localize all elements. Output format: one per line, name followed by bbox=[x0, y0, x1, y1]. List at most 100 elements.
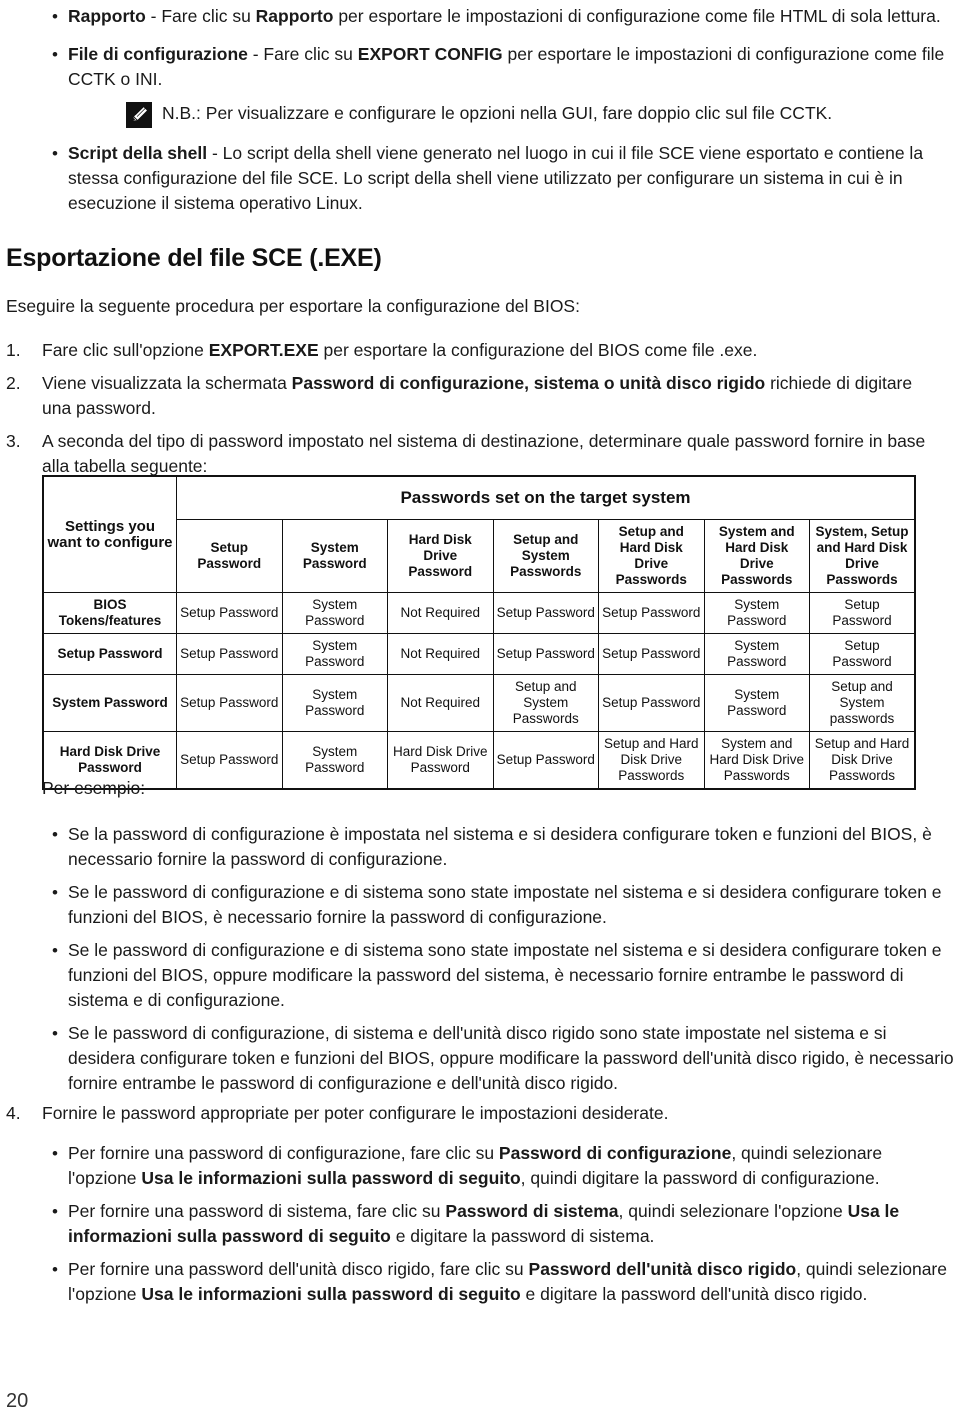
table-cell: Setup Password bbox=[492, 592, 599, 634]
table-cell: System Password bbox=[703, 592, 810, 634]
table-cell: System Password bbox=[703, 633, 810, 675]
row-header-bios-tokens: BIOS Tokens/features bbox=[42, 592, 177, 634]
procedure-steps: 1. Fare clic sull'opzione EXPORT.EXE per… bbox=[6, 338, 946, 479]
bullet-lead-term: File di configurazione bbox=[68, 44, 248, 64]
step-text-pre: Viene visualizzata la schermata bbox=[42, 373, 292, 393]
bullet-rest-1: - Fare clic su bbox=[145, 6, 256, 26]
table: Settings you want to configure Passwords… bbox=[42, 475, 916, 790]
table-cell: System Password bbox=[281, 731, 388, 790]
table-cell: Setup and Hard Disk Drive Passwords bbox=[598, 731, 705, 790]
step-number: 3. bbox=[6, 431, 21, 451]
note-text: N.B.: Per visualizzare e configurare le … bbox=[162, 101, 832, 126]
emphasis-term: Password di configurazione bbox=[498, 1143, 732, 1163]
table-row: Hard Disk Drive Password Setup Password … bbox=[42, 731, 916, 790]
text-part: e digitare la password di sistema. bbox=[390, 1226, 655, 1246]
table-corner-header: Settings you want to configure bbox=[42, 475, 177, 593]
bullet-text: Rapporto - Fare clic su Rapporto per esp… bbox=[68, 4, 947, 29]
bullet-rest-1: - Fare clic su bbox=[247, 44, 358, 64]
table-cell: System Password bbox=[281, 633, 388, 675]
table-row: Setup Password Setup Password System Pas… bbox=[42, 633, 916, 675]
emphasis-term: Usa le informazioni sulla password di se… bbox=[141, 1168, 521, 1188]
table-cell: Setup Password bbox=[492, 633, 599, 675]
table-cell: System and Hard Disk Drive Passwords bbox=[703, 731, 810, 790]
bullet-text: Per fornire una password di configurazio… bbox=[68, 1141, 954, 1191]
column-header-setup-password: Setup Password bbox=[176, 519, 283, 593]
bullet-marker: • bbox=[52, 1260, 58, 1279]
table-cell: Setup Password bbox=[598, 674, 705, 732]
table-cell: Setup Password bbox=[176, 731, 283, 790]
bullet-text: Se la password di configurazione è impos… bbox=[68, 824, 932, 869]
bullet-text: Se le password di configurazione e di si… bbox=[68, 882, 942, 927]
list-item: • Per fornire una password dell'unità di… bbox=[42, 1257, 954, 1307]
step-number: 2. bbox=[6, 373, 21, 393]
note-label: N.B.: bbox=[162, 103, 201, 123]
bullet-text: Se le password di configurazione, di sis… bbox=[68, 1023, 954, 1093]
table-cell: Hard Disk Drive Password bbox=[387, 731, 494, 790]
bullet-marker: • bbox=[52, 883, 58, 902]
bullet-lead-term: Rapporto bbox=[68, 6, 146, 26]
list-item: • Se le password di configurazione, di s… bbox=[42, 1021, 954, 1096]
column-header-setup-and-hdd: Setup and Hard Disk Drive Passwords bbox=[598, 519, 705, 593]
bullet-text: Script della shell - Lo script della she… bbox=[68, 141, 947, 216]
bullet-marker: • bbox=[52, 1024, 58, 1043]
text-part: Per fornire una password dell'unità disc… bbox=[68, 1259, 529, 1279]
column-header-system-setup-and-hdd: System, Setup and Hard Disk Drive Passwo… bbox=[809, 519, 916, 593]
step-text-post: per esportare la configurazione del BIOS… bbox=[318, 340, 758, 360]
bullet-marker: • bbox=[52, 45, 58, 64]
table-row: System Password Setup Password System Pa… bbox=[42, 674, 916, 732]
table-cell: Setup and System Passwords bbox=[492, 674, 599, 732]
list-item: • Per fornire una password di sistema, f… bbox=[42, 1199, 954, 1249]
step-text-bold: Password di configurazione, sistema o un… bbox=[291, 373, 766, 393]
table-header-row-1: Settings you want to configure Passwords… bbox=[42, 475, 916, 593]
table-cell: Setup Password bbox=[598, 633, 705, 675]
step-item: 3. A seconda del tipo di password impost… bbox=[6, 429, 946, 479]
table-cell: Setup and System passwords bbox=[809, 674, 916, 732]
note-body: Per visualizzare e configurare le opzion… bbox=[200, 103, 833, 123]
emphasis-term: Usa le informazioni sulla password di se… bbox=[141, 1284, 521, 1304]
step-text: Viene visualizzata la schermata Password… bbox=[42, 371, 946, 421]
step-text-pre: A seconda del tipo di password impostato… bbox=[42, 431, 926, 476]
list-item: • Per fornire una password di configuraz… bbox=[42, 1141, 954, 1191]
step-text-pre: Fare clic sull'opzione bbox=[42, 340, 209, 360]
list-item: • Se le password di configurazione e di … bbox=[42, 880, 954, 930]
emphasis-term: Password di sistema bbox=[445, 1201, 619, 1221]
table-cell: System Password bbox=[281, 674, 388, 732]
bullet-rest-2: per esportare le impostazioni di configu… bbox=[333, 6, 941, 26]
section-intro: Eseguire la seguente procedura per espor… bbox=[6, 296, 580, 316]
table-cell: Not Required bbox=[387, 633, 494, 675]
bullet-text: File di configurazione - Fare clic su EX… bbox=[68, 42, 947, 92]
bullet-marker: • bbox=[52, 1144, 58, 1163]
step-number: 4. bbox=[6, 1103, 21, 1123]
bullet-marker: • bbox=[52, 941, 58, 960]
table-row: BIOS Tokens/features Setup Password Syst… bbox=[42, 592, 916, 634]
step-text: Fare clic sull'opzione EXPORT.EXE per es… bbox=[42, 338, 946, 363]
bullet-text: Per fornire una password di sistema, far… bbox=[68, 1199, 954, 1249]
step-text: A seconda del tipo di password impostato… bbox=[42, 429, 946, 479]
bullet-emphasis: Rapporto bbox=[255, 6, 334, 26]
table-cell: Setup Password bbox=[176, 592, 283, 634]
list-item: • Se la password di configurazione è imp… bbox=[42, 822, 954, 872]
column-header-setup-and-system: Setup and System Passwords bbox=[492, 519, 599, 593]
list-item: • Se le password di configurazione e di … bbox=[42, 938, 954, 1013]
export-options-list: • Rapporto - Fare clic su Rapporto per e… bbox=[42, 4, 947, 216]
document-page: • Rapporto - Fare clic su Rapporto per e… bbox=[0, 0, 960, 1427]
list-item: • Rapporto - Fare clic su Rapporto per e… bbox=[42, 4, 947, 29]
bullet-marker: • bbox=[52, 1202, 58, 1221]
example-label: Per esempio: bbox=[42, 778, 146, 798]
bullet-emphasis: EXPORT CONFIG bbox=[357, 44, 503, 64]
table-cell: Setup Password bbox=[492, 731, 599, 790]
text-part: , quindi selezionare l'opzione bbox=[618, 1201, 848, 1221]
note-callout: N.B.: Per visualizzare e configurare le … bbox=[126, 101, 947, 128]
row-header-setup-password: Setup Password bbox=[42, 633, 177, 675]
table-banner-header: Passwords set on the target system bbox=[176, 475, 916, 520]
example-bullet-list: • Se la password di configurazione è imp… bbox=[42, 822, 954, 1096]
list-item: • Script della shell - Lo script della s… bbox=[42, 141, 947, 216]
table-cell: Setup Password bbox=[809, 592, 916, 634]
step-text-bold: EXPORT.EXE bbox=[208, 340, 319, 360]
bullet-text: Per fornire una password dell'unità disc… bbox=[68, 1257, 954, 1307]
bullet-lead-term: Script della shell bbox=[68, 143, 208, 163]
table-cell: Setup Password bbox=[176, 674, 283, 732]
step-item: 4. Fornire le password appropriate per p… bbox=[6, 1101, 946, 1126]
step-text: Fornire le password appropriate per pote… bbox=[42, 1103, 669, 1123]
column-header-system-password: System Password bbox=[281, 519, 388, 593]
